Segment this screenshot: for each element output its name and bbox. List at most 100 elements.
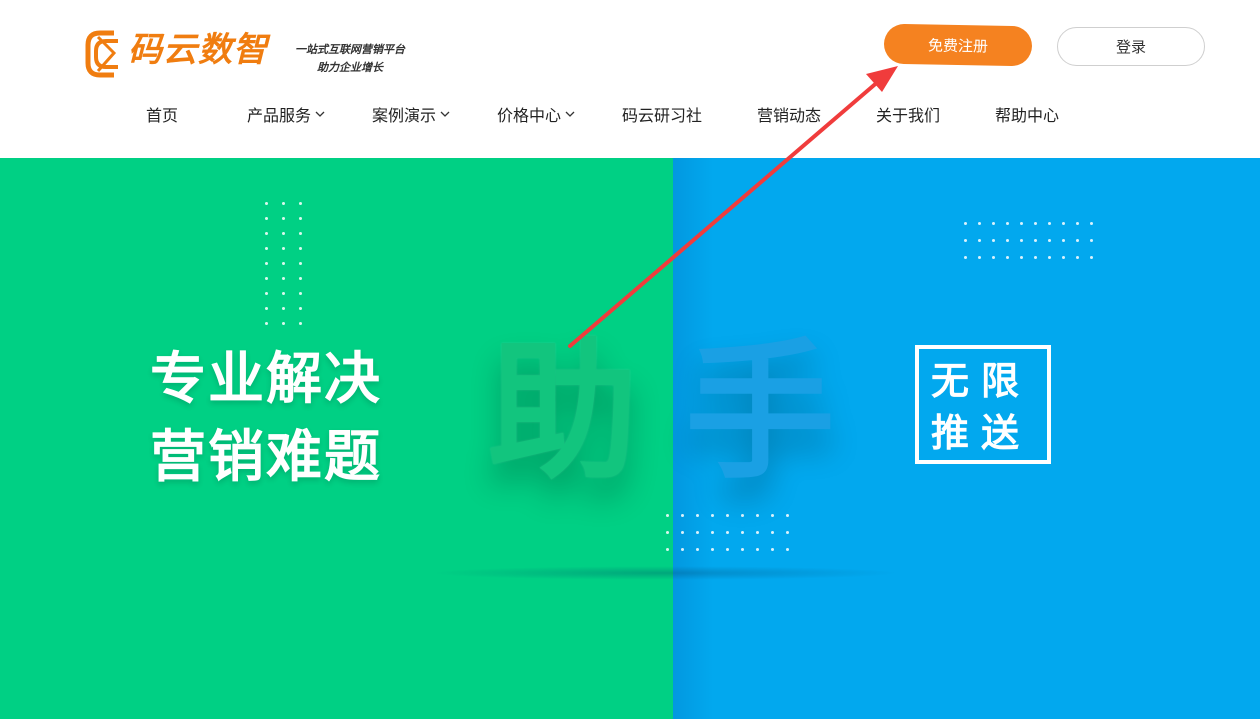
register-button[interactable]: 免费注册 — [883, 23, 1033, 67]
decor-dot — [726, 548, 729, 551]
site-header: 码云数智 一站式互联网营销平台 助力企业增长 免费注册 登录 首页 产品服务 案… — [0, 0, 1260, 158]
decor-dot — [711, 531, 714, 534]
decor-dot — [299, 202, 302, 205]
nav-item-academy[interactable]: 码云研习社 — [622, 98, 702, 130]
headline-line-2: 营销难题 — [150, 425, 382, 490]
decor-dot — [282, 277, 285, 280]
decor-dot — [1076, 222, 1079, 225]
nav-item-label: 码云研习社 — [622, 106, 703, 125]
decor-dot — [696, 548, 699, 551]
decor-dot — [978, 222, 981, 225]
chevron-down-icon — [440, 111, 450, 117]
nav-item-label: 帮助中心 — [995, 106, 1060, 125]
decor-dot — [771, 548, 774, 551]
decor-dot — [1090, 256, 1093, 259]
decor-dot — [265, 247, 268, 250]
decor-dot — [265, 262, 268, 265]
decor-dot — [771, 514, 774, 517]
decor-dot — [299, 322, 302, 325]
decor-dot — [265, 232, 268, 235]
nav-item-label: 价格中心 — [497, 106, 562, 125]
decor-dot — [1076, 239, 1079, 242]
decor-dot — [978, 256, 981, 259]
decor-dot — [786, 514, 789, 517]
decor-dot — [1062, 222, 1065, 225]
slogan-line-2: 助力企业增长 — [317, 61, 383, 74]
decor-dot — [992, 256, 995, 259]
nav-item-cases[interactable]: 案例演示 — [372, 98, 450, 130]
decor-dot — [964, 256, 967, 259]
unlimited-push-badge: 无限 推送 — [915, 345, 1051, 464]
nav-item-home[interactable]: 首页 — [146, 98, 178, 130]
decor-dot — [1062, 239, 1065, 242]
hero-banner[interactable]: 专业解决 营销难题 助 手 无限 推送 — [0, 158, 1260, 719]
nav-item-news[interactable]: 营销动态 — [757, 98, 821, 130]
chevron-down-icon — [565, 111, 575, 117]
decor-dot — [964, 239, 967, 242]
nav-item-label: 案例演示 — [372, 106, 437, 125]
badge-line-1: 无限 — [931, 359, 1032, 403]
decor-dot — [282, 247, 285, 250]
headline-line-1: 专业解决 — [150, 347, 382, 412]
decor-dot — [1048, 239, 1051, 242]
decor-dot — [265, 202, 268, 205]
decor-dot — [1034, 222, 1037, 225]
decor-dot — [681, 548, 684, 551]
decor-dot — [299, 247, 302, 250]
hero-shadow-line — [430, 566, 900, 580]
decor-dot — [299, 277, 302, 280]
hero-headline: 专业解决 营销难题 — [150, 341, 382, 497]
decor-dot — [282, 322, 285, 325]
nav-item-label: 首页 — [146, 106, 179, 125]
nav-item-pricing[interactable]: 价格中心 — [497, 98, 575, 130]
nav-item-label: 关于我们 — [876, 106, 941, 125]
logo-mark-icon — [85, 30, 118, 78]
decor-dot — [265, 277, 268, 280]
decor-dot — [282, 262, 285, 265]
decor-dot — [978, 239, 981, 242]
decor-dot — [696, 531, 699, 534]
decor-dot — [666, 548, 669, 551]
login-button[interactable]: 登录 — [1057, 27, 1205, 66]
decor-dot — [711, 514, 714, 517]
decor-dot — [1048, 256, 1051, 259]
decor-dot — [299, 262, 302, 265]
decor-dot — [771, 531, 774, 534]
main-nav: 首页 产品服务 案例演示 价格中心 码云研习社 营销动态 关于我们 帮助中心 — [0, 98, 1260, 130]
decor-dot — [1090, 222, 1093, 225]
decor-dot — [282, 217, 285, 220]
decor-dot — [741, 548, 744, 551]
decor-dot — [726, 531, 729, 534]
decor-dot — [992, 222, 995, 225]
slogan-line-1: 一站式互联网营销平台 — [295, 43, 405, 56]
decor-dot — [265, 292, 268, 295]
decor-dot — [681, 531, 684, 534]
nav-item-about[interactable]: 关于我们 — [876, 98, 940, 130]
decor-dot — [992, 239, 995, 242]
hero-big-char-2: 手 — [685, 326, 836, 500]
decor-dot — [741, 531, 744, 534]
brand-logo[interactable]: 码云数智 一站式互联网营销平台 助力企业增长 — [84, 27, 414, 83]
decor-dot — [1006, 256, 1009, 259]
chevron-down-icon — [315, 111, 325, 117]
decor-dot — [666, 514, 669, 517]
decor-dot — [299, 307, 302, 310]
nav-item-products[interactable]: 产品服务 — [247, 98, 325, 130]
decor-dot — [282, 202, 285, 205]
decor-dot — [964, 222, 967, 225]
decor-dot — [756, 531, 759, 534]
decor-dot — [666, 531, 669, 534]
decor-dot — [1048, 222, 1051, 225]
nav-item-help[interactable]: 帮助中心 — [995, 98, 1059, 130]
decor-dot — [299, 232, 302, 235]
decor-dot — [711, 548, 714, 551]
decor-dot — [1020, 239, 1023, 242]
decor-dot — [282, 307, 285, 310]
decor-dot — [299, 217, 302, 220]
decor-dot — [1090, 239, 1093, 242]
decor-dot — [282, 232, 285, 235]
decor-dot — [756, 514, 759, 517]
nav-item-label: 产品服务 — [247, 106, 312, 125]
decor-dot — [1006, 222, 1009, 225]
decor-dot — [696, 514, 699, 517]
